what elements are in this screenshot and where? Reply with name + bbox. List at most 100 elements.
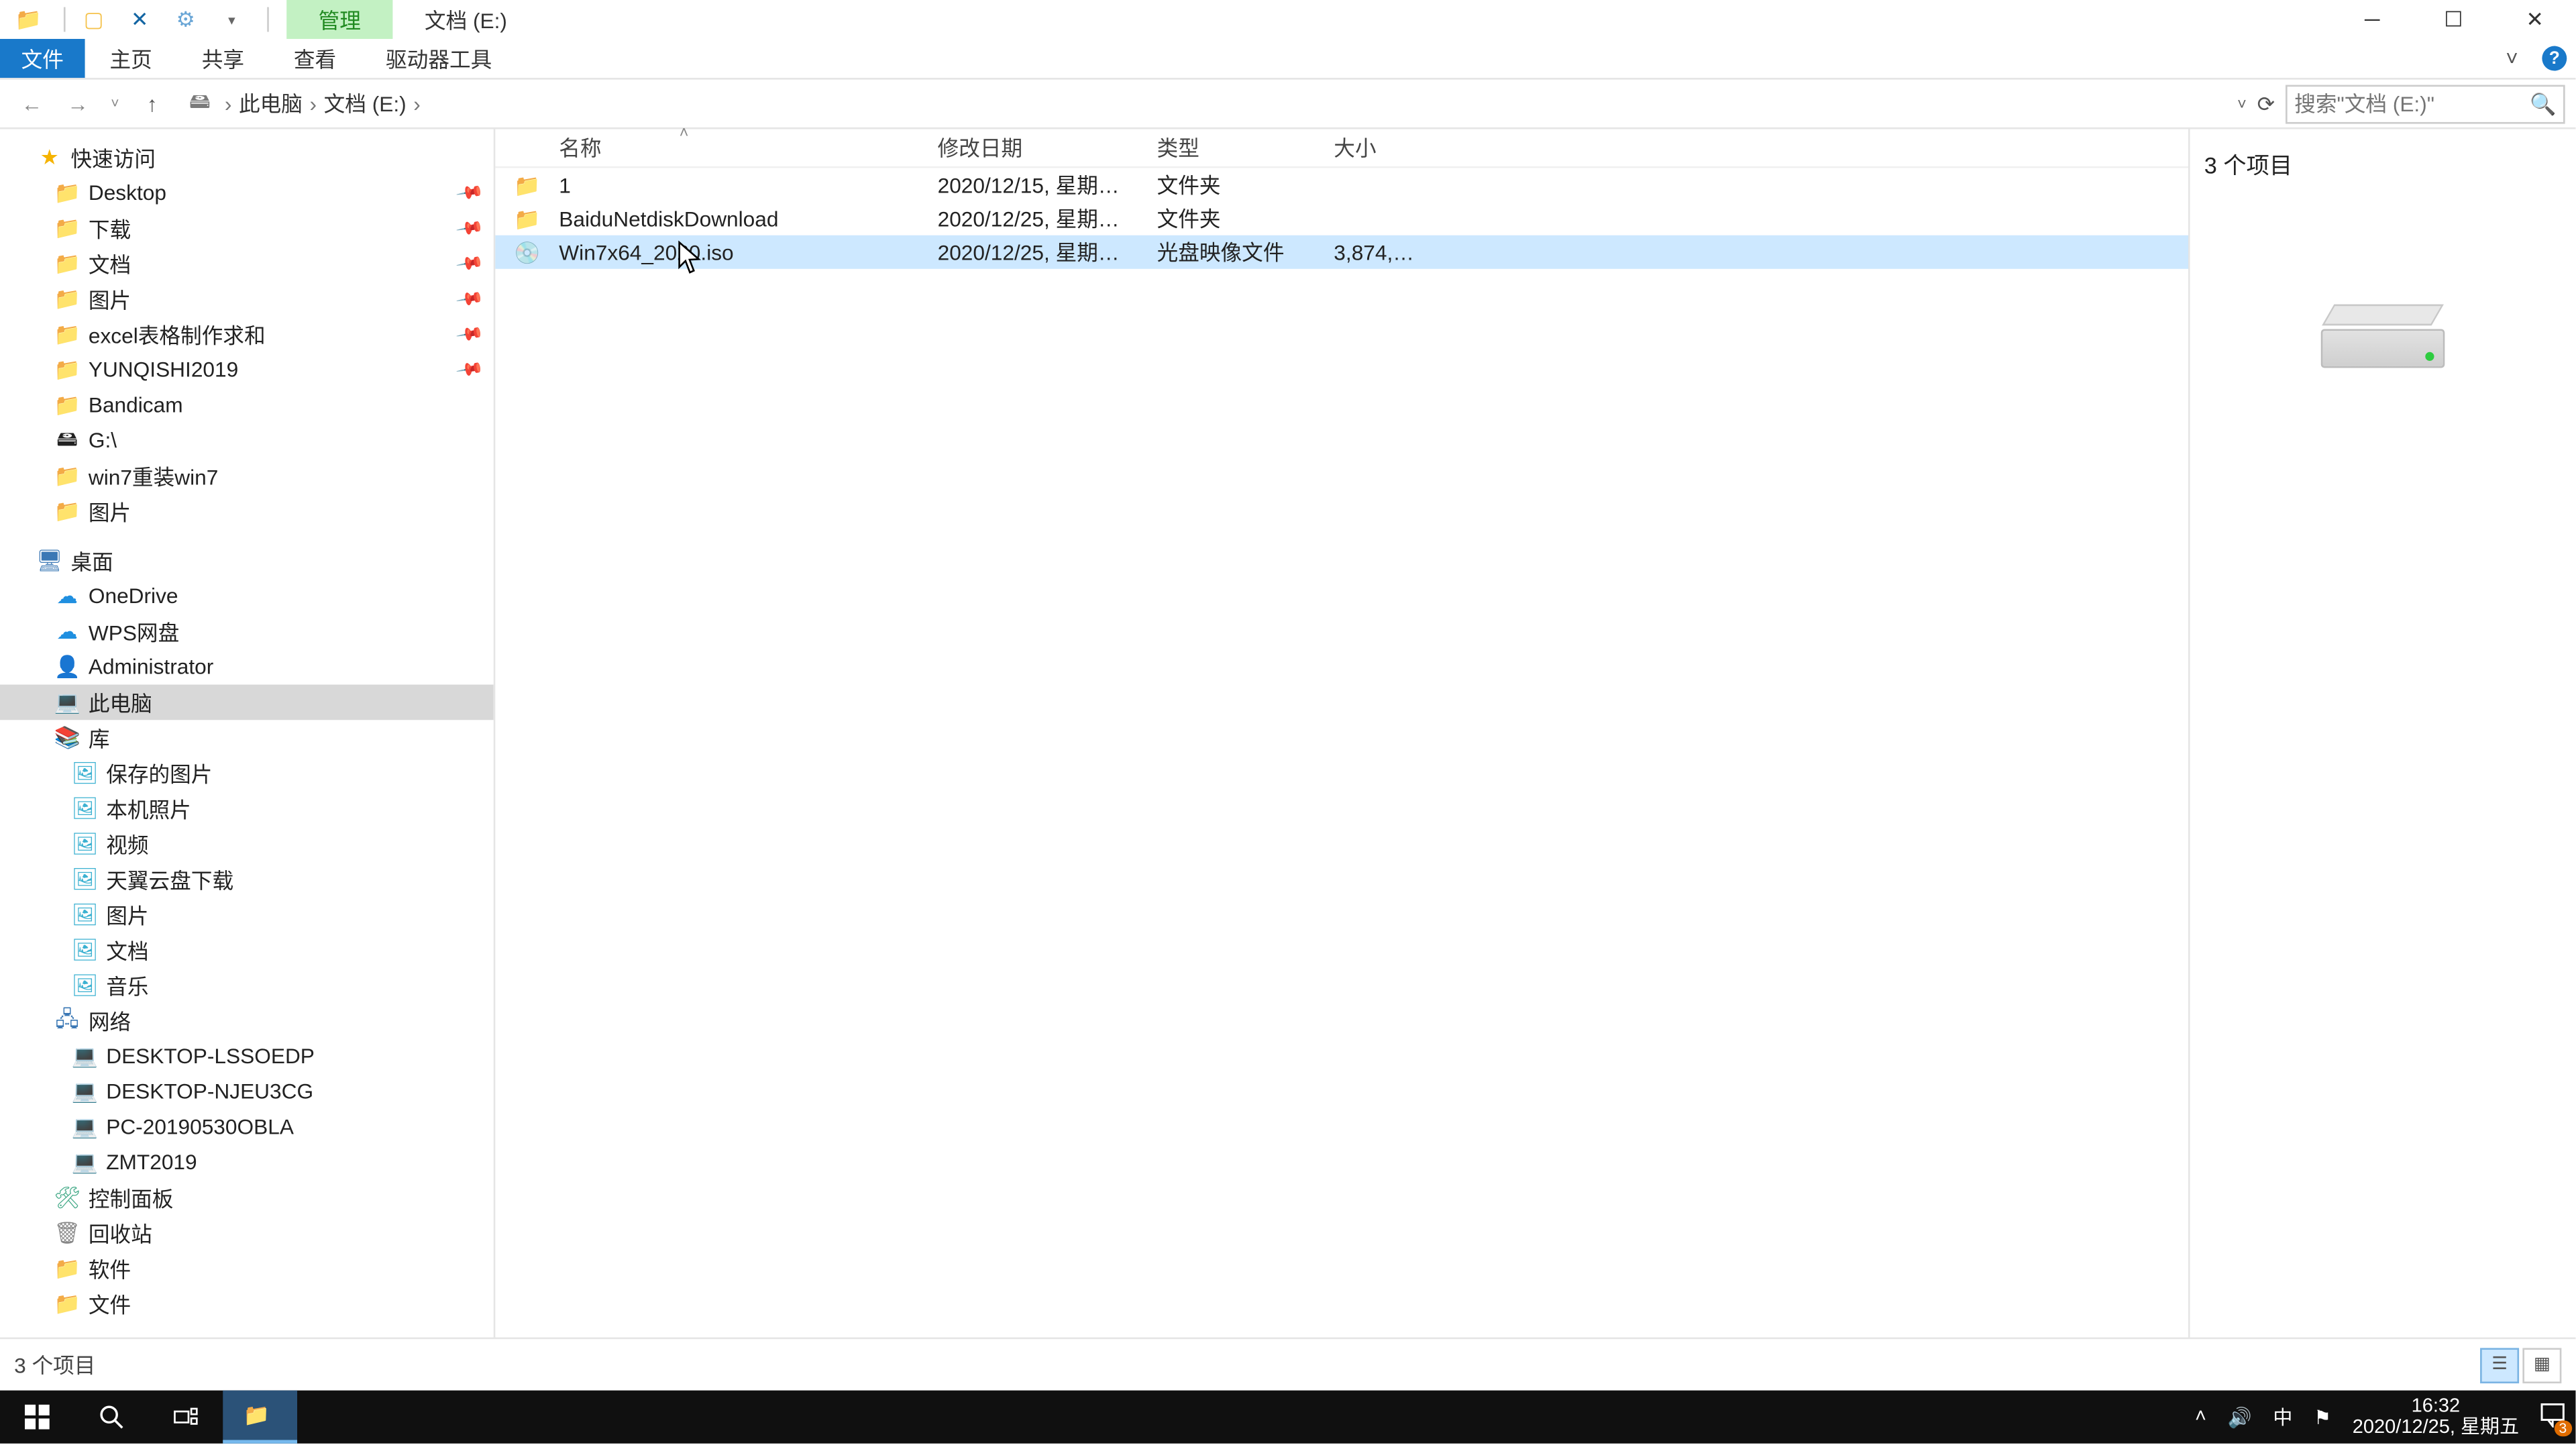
ribbon-share-tab[interactable]: 共享 — [177, 39, 269, 78]
tree-item[interactable]: 📁文档📌 — [0, 246, 494, 282]
ribbon-collapse-button[interactable]: ˅ — [2491, 39, 2533, 78]
ribbon-file-tab[interactable]: 文件 — [0, 39, 85, 78]
col-name[interactable]: 名称 — [541, 133, 920, 163]
tree-item[interactable]: 📁 Bandicam — [0, 388, 494, 423]
file-rows[interactable]: 📁12020/12/15, 星期二 1...文件夹📁BaiduNetdiskDo… — [495, 168, 2188, 1338]
file-row[interactable]: 💿Win7x64_2020.iso2020/12/25, 星期五 1...光盘映… — [495, 235, 2188, 269]
qat-properties-icon[interactable]: ⚙ — [172, 5, 200, 34]
col-size[interactable]: 大小 — [1316, 133, 1440, 163]
window-close-button[interactable]: ✕ — [2494, 0, 2575, 39]
ribbon-home-tab[interactable]: 主页 — [85, 39, 177, 78]
tray-volume-icon[interactable]: 🔊 — [2228, 1405, 2252, 1428]
breadcrumb[interactable]: 🖴 › 此电脑 › 文档 (E:) › — [177, 84, 2234, 123]
tree-item-label: Bandicam — [89, 392, 183, 417]
tree-quick-access[interactable]: ★ 快速访问 — [0, 140, 494, 175]
qat-open-icon[interactable]: ▢ — [80, 5, 108, 34]
tree-item[interactable]: 📁excel表格制作求和📌 — [0, 317, 494, 352]
ribbon: 文件 主页 共享 查看 驱动器工具 ˅ ? — [0, 39, 2575, 80]
tree-item[interactable]: 🖼图片 — [0, 897, 494, 932]
tree-item[interactable]: 🖼文档 — [0, 932, 494, 968]
pin-icon: 📌 — [453, 320, 483, 349]
taskbar[interactable]: 📁 ˄ 🔊 中 ⚑ 16:32 2020/12/25, 星期五 3 — [0, 1391, 2575, 1444]
tree-item[interactable]: 💻DESKTOP-NJEU3CG — [0, 1074, 494, 1110]
action-center-button[interactable]: 3 — [2540, 1402, 2565, 1432]
tree-item[interactable]: 🖼视频 — [0, 826, 494, 861]
tree-item-label: 图片 — [106, 900, 148, 930]
tree-item[interactable]: 🖼保存的图片 — [0, 755, 494, 791]
view-icons-button[interactable]: ▦ — [2522, 1347, 2561, 1383]
tree-item[interactable]: 👤Administrator — [0, 649, 494, 685]
search-icon[interactable]: 🔍 — [2530, 91, 2556, 116]
window-maximize-button[interactable]: ☐ — [2413, 0, 2494, 39]
tray-overflow-icon[interactable]: ˄ — [2195, 1406, 2206, 1428]
search-input[interactable] — [2294, 91, 2530, 116]
sort-indicator-icon: ˄ — [680, 124, 689, 142]
tree-item-label: ZMT2019 — [106, 1150, 197, 1175]
tree-network[interactable]: 🖧 网络 — [0, 1003, 494, 1038]
taskbar-search-button[interactable] — [74, 1391, 149, 1444]
col-type[interactable]: 类型 — [1139, 133, 1316, 163]
folder-icon: 📁 — [53, 391, 81, 419]
task-view-button[interactable] — [149, 1391, 223, 1444]
tray-flag-icon[interactable]: ⚑ — [2314, 1405, 2331, 1428]
crumb-drive-e[interactable]: 文档 (E:) — [320, 89, 410, 119]
col-date[interactable]: 修改日期 — [920, 133, 1139, 163]
file-row[interactable]: 📁12020/12/15, 星期二 1...文件夹 — [495, 168, 2188, 202]
qat-dropdown-icon[interactable]: ▾ — [217, 5, 246, 34]
nav-back-button[interactable]: ← — [11, 84, 53, 123]
ribbon-view-tab[interactable]: 查看 — [269, 39, 361, 78]
tree-item[interactable]: ☁WPS网盘 — [0, 614, 494, 649]
tray-clock[interactable]: 16:32 2020/12/25, 星期五 — [2353, 1396, 2519, 1438]
cloud-icon: ☁ — [53, 617, 81, 645]
tree-item[interactable]: 🛠控制面板 — [0, 1180, 494, 1216]
user-icon: 👤 — [53, 653, 81, 681]
nav-recent-dropdown[interactable]: ˅ — [103, 84, 127, 123]
tree-item[interactable]: 💻DESKTOP-LSSOEDP — [0, 1038, 494, 1074]
tree-item-label: Desktop — [89, 180, 166, 205]
titlebar: 📁 ▢ ✕ ⚙ ▾ 管理 文档 (E:) ─ ☐ ✕ — [0, 0, 2575, 39]
tree-item-label: win7重装win7 — [89, 461, 218, 491]
tree-item[interactable]: 📁下载📌 — [0, 211, 494, 246]
qat-delete-icon[interactable]: ✕ — [125, 5, 154, 34]
tree-item[interactable]: 📁图片 — [0, 494, 494, 529]
tree-item[interactable]: 📁win7重装win7 — [0, 458, 494, 494]
window-minimize-button[interactable]: ─ — [2332, 0, 2413, 39]
tree-item[interactable]: 💻ZMT2019 — [0, 1144, 494, 1180]
tree-item[interactable]: 📁软件 — [0, 1250, 494, 1286]
tree-item[interactable]: 📁文件 — [0, 1286, 494, 1322]
tree-item[interactable]: 📁图片📌 — [0, 281, 494, 317]
tree-item[interactable]: 🖼天翼云盘下载 — [0, 861, 494, 897]
tree-item[interactable]: 🗑回收站 — [0, 1216, 494, 1251]
tree-item[interactable]: 📁Desktop📌 — [0, 175, 494, 211]
help-button[interactable]: ? — [2533, 39, 2575, 78]
tree-item[interactable]: 🖼音乐 — [0, 967, 494, 1003]
tree-item[interactable]: 💻此电脑 — [0, 685, 494, 720]
tree-item[interactable]: ☁OneDrive — [0, 578, 494, 614]
nav-forward-button[interactable]: → — [56, 84, 99, 123]
addr-dropdown-icon[interactable]: ˅ — [2237, 95, 2247, 112]
tree-item[interactable]: 📁YUNQISHI2019📌 — [0, 352, 494, 388]
tree-item[interactable]: 🖴G:\ — [0, 423, 494, 458]
navigation-tree[interactable]: ★ 快速访问 📁 Desktop 📌 📁下载📌📁文档📌📁图片📌📁excel表格制作求和… — [0, 129, 495, 1338]
tree-desktop[interactable]: 🖥 桌面 — [0, 543, 494, 579]
view-details-button[interactable]: ☰ — [2480, 1347, 2519, 1383]
tray-ime-indicator[interactable]: 中 — [2273, 1403, 2292, 1431]
tree-item-label: 此电脑 — [89, 687, 152, 717]
tree-item[interactable]: 📚库 — [0, 720, 494, 755]
crumb-this-pc[interactable]: 此电脑 — [235, 89, 307, 119]
context-tab-manage[interactable]: 管理 — [286, 0, 392, 39]
refresh-button[interactable]: ⟳ — [2257, 91, 2275, 116]
system-tray[interactable]: ˄ 🔊 中 ⚑ 16:32 2020/12/25, 星期五 3 — [2184, 1391, 2575, 1444]
tree-item[interactable]: 🖼本机照片 — [0, 791, 494, 826]
pic-icon: 🖼 — [70, 830, 99, 858]
folder-icon: 📁 — [53, 178, 81, 207]
tree-item[interactable]: 💻PC-20190530OBLA — [0, 1109, 494, 1144]
search-box[interactable]: 🔍 — [2286, 84, 2565, 123]
lib-icon: 📚 — [53, 724, 81, 752]
file-row[interactable]: 📁BaiduNetdiskDownload2020/12/25, 星期五 1..… — [495, 202, 2188, 235]
start-button[interactable] — [0, 1391, 74, 1444]
nav-up-button[interactable]: ↑ — [131, 84, 173, 123]
taskbar-file-explorer[interactable]: 📁 — [223, 1391, 297, 1444]
ribbon-drivetools-tab[interactable]: 驱动器工具 — [361, 39, 517, 78]
column-headers[interactable]: 名称 ˄ 修改日期 类型 大小 — [495, 129, 2188, 168]
